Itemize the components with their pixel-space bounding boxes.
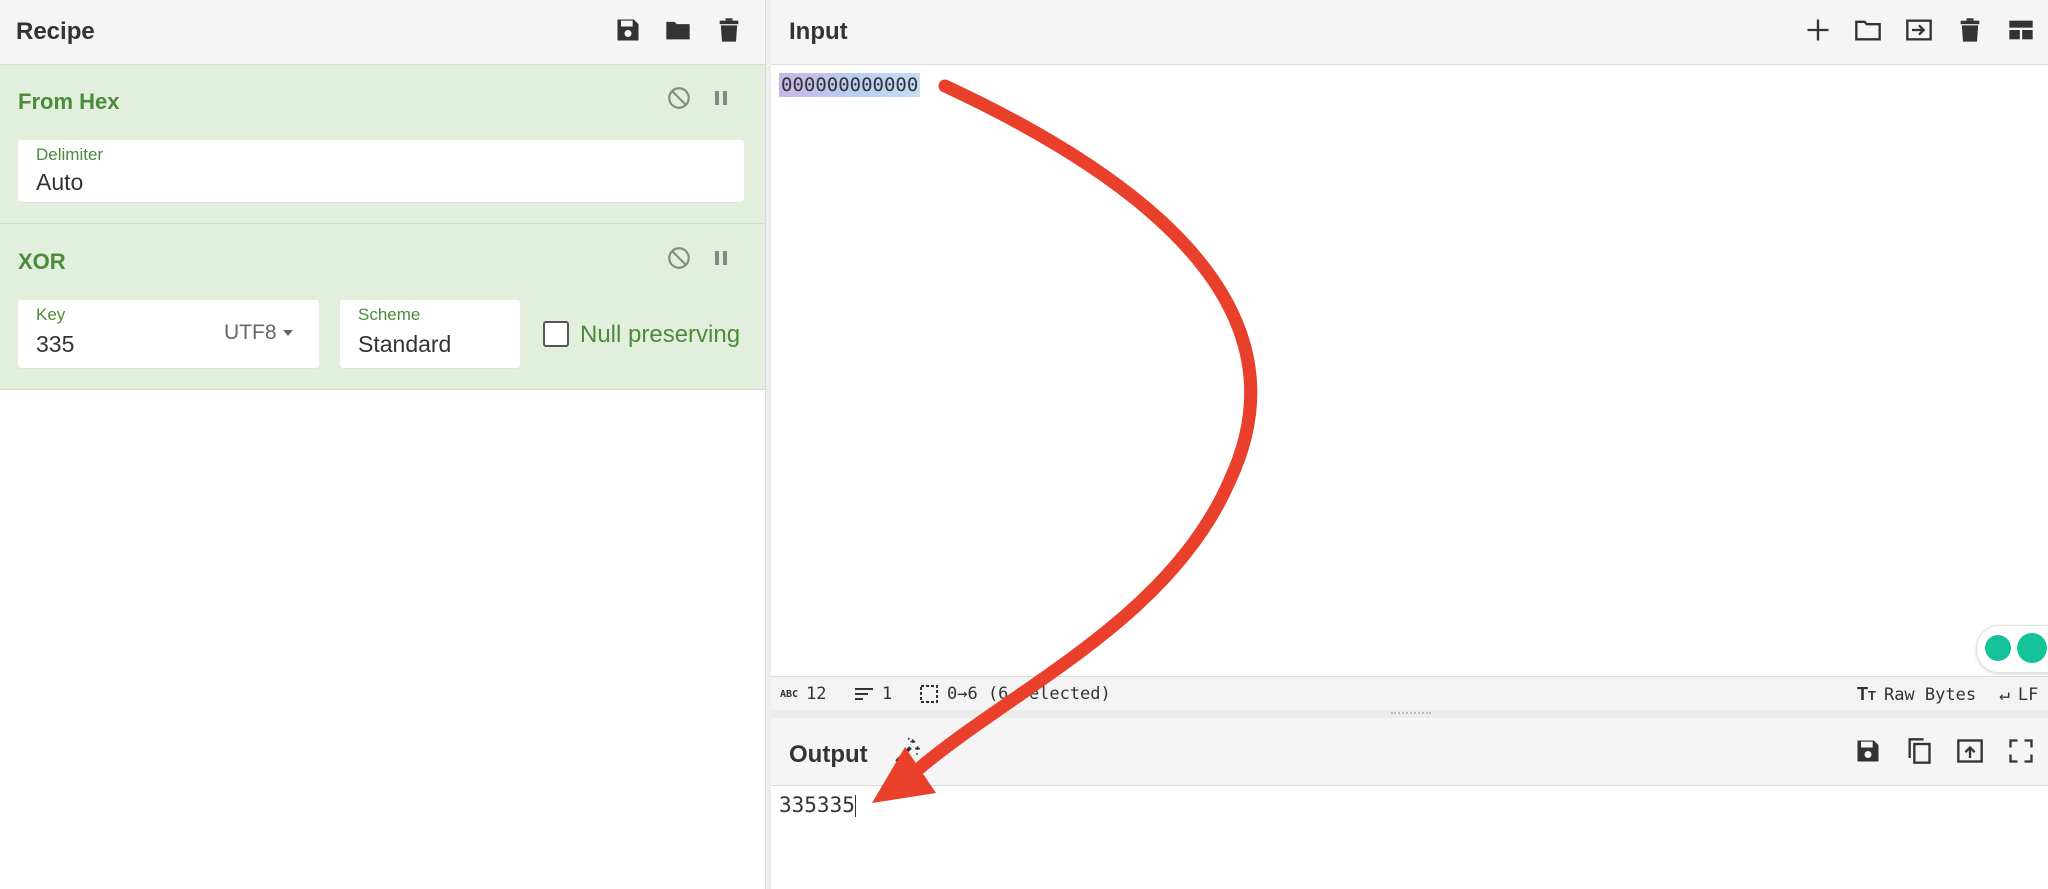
selection-value: 0→6 (6 selected)	[947, 684, 1111, 704]
return-icon: ↵	[1999, 684, 2010, 705]
output-value: 335335	[779, 793, 855, 817]
trash-icon[interactable]	[1955, 15, 1985, 45]
layout-icon[interactable]	[2006, 15, 2036, 45]
copy-icon[interactable]	[1904, 736, 1934, 766]
pause-icon[interactable]	[706, 83, 736, 113]
status-bar: ABC 12 1 0→6 (6 selected) TT Raw Bytes ↵…	[771, 676, 2048, 711]
scheme-field[interactable]: Scheme Standard	[340, 300, 520, 368]
plus-icon[interactable]	[1803, 15, 1833, 45]
key-field[interactable]: Key 335 UTF8	[18, 300, 319, 368]
upload-icon[interactable]	[1955, 736, 1985, 766]
grammarly-icon[interactable]	[2017, 633, 2047, 663]
grammarly-widget[interactable]	[1976, 625, 2048, 673]
line-ending-selector[interactable]: ↵ LF	[1999, 684, 2038, 705]
line-ending-value: LF	[2017, 684, 2039, 705]
line-count-value: 1	[882, 684, 893, 704]
abc-icon: ABC	[780, 688, 799, 700]
key-encoding-dropdown[interactable]: UTF8	[224, 321, 293, 345]
input-title: Input	[789, 18, 848, 45]
format-selector[interactable]: TT Raw Bytes	[1857, 684, 1976, 705]
disable-icon[interactable]	[664, 243, 694, 273]
operation-title: From Hex	[18, 89, 120, 114]
resize-bar[interactable]	[771, 710, 2048, 718]
text-cursor	[854, 795, 856, 817]
input-arrow-icon[interactable]	[1904, 15, 1934, 45]
line-count: 1	[854, 684, 892, 704]
key-encoding-value: UTF8	[224, 321, 277, 344]
selection-icon	[920, 685, 938, 703]
recipe-title: Recipe	[16, 18, 95, 45]
delimiter-value: Auto	[36, 169, 84, 195]
output-title: Output	[789, 741, 868, 768]
chevron-down-icon	[282, 330, 293, 336]
char-count: ABC 12	[780, 684, 827, 704]
null-preserving-label[interactable]: Null preserving	[580, 321, 740, 349]
char-count-value: 12	[806, 684, 827, 704]
operation-title: XOR	[18, 249, 66, 274]
folder-icon[interactable]	[663, 15, 693, 45]
output-textarea[interactable]: 335335	[779, 793, 856, 817]
delimiter-label: Delimiter	[36, 145, 104, 164]
font-size-icon: TT	[1857, 684, 1876, 704]
fullscreen-icon[interactable]	[2006, 736, 2036, 766]
input-textarea[interactable]: 000000000000	[779, 73, 921, 97]
null-preserving-checkbox[interactable]	[543, 321, 569, 347]
folder-icon[interactable]	[1853, 15, 1883, 45]
lines-icon	[855, 688, 873, 700]
lightbulb-icon[interactable]	[1985, 635, 2011, 661]
save-icon[interactable]	[1853, 736, 1883, 766]
disable-icon[interactable]	[664, 83, 694, 113]
resize-handle-icon[interactable]	[1391, 712, 1431, 717]
input-selection: 000000000000	[779, 73, 921, 97]
pause-icon[interactable]	[706, 243, 736, 273]
trash-icon[interactable]	[714, 15, 744, 45]
scheme-value: Standard	[358, 331, 452, 357]
key-label: Key	[36, 305, 66, 324]
save-icon[interactable]	[613, 15, 643, 45]
magic-wand-icon[interactable]	[892, 736, 922, 766]
scheme-label: Scheme	[358, 305, 421, 324]
key-value: 335	[36, 331, 75, 357]
format-value: Raw Bytes	[1883, 684, 1977, 705]
delimiter-field[interactable]: Delimiter Auto	[18, 140, 744, 202]
selection-info: 0→6 (6 selected)	[919, 684, 1111, 704]
recipe-header	[0, 0, 765, 65]
